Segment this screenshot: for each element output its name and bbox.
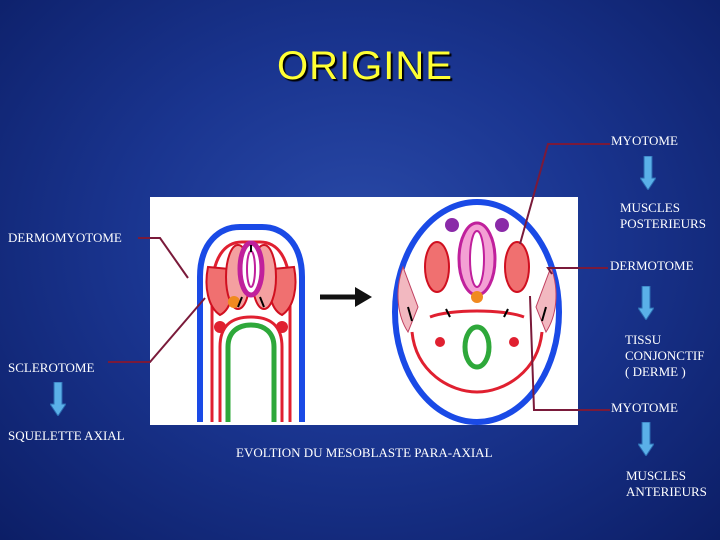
label-tissu-conjonctif: TISSU CONJONCTIF ( DERME ) xyxy=(625,332,705,379)
leader-dermotome xyxy=(546,267,608,275)
diagram-caption: EVOLTION DU MESOBLASTE PARA-AXIAL xyxy=(236,445,493,460)
label-dermotome: DERMOTOME xyxy=(610,258,694,273)
label-dermomyotome: DERMOMYOTOME xyxy=(8,230,122,245)
down-arrow-icon xyxy=(638,286,654,320)
down-arrow-icon xyxy=(638,422,654,456)
label-muscles-anterieurs: MUSCLES ANTERIEURS xyxy=(626,468,707,499)
down-arrow-icon xyxy=(50,382,66,416)
label-muscles-posterieurs: MUSCLES POSTERIEURS xyxy=(620,200,706,231)
leader-sclerotome xyxy=(108,297,206,363)
label-myotome-bottom: MYOTOME xyxy=(611,400,678,415)
down-arrow-icon xyxy=(640,156,656,190)
leader-myotome-bottom xyxy=(529,295,610,411)
label-squelette-axial: SQUELETTE AXIAL xyxy=(8,428,125,443)
leader-dermomyotome xyxy=(138,237,189,279)
label-sclerotome: SCLEROTOME xyxy=(8,360,95,375)
label-myotome-top: MYOTOME xyxy=(611,133,678,148)
leader-myotome-top xyxy=(519,143,610,245)
